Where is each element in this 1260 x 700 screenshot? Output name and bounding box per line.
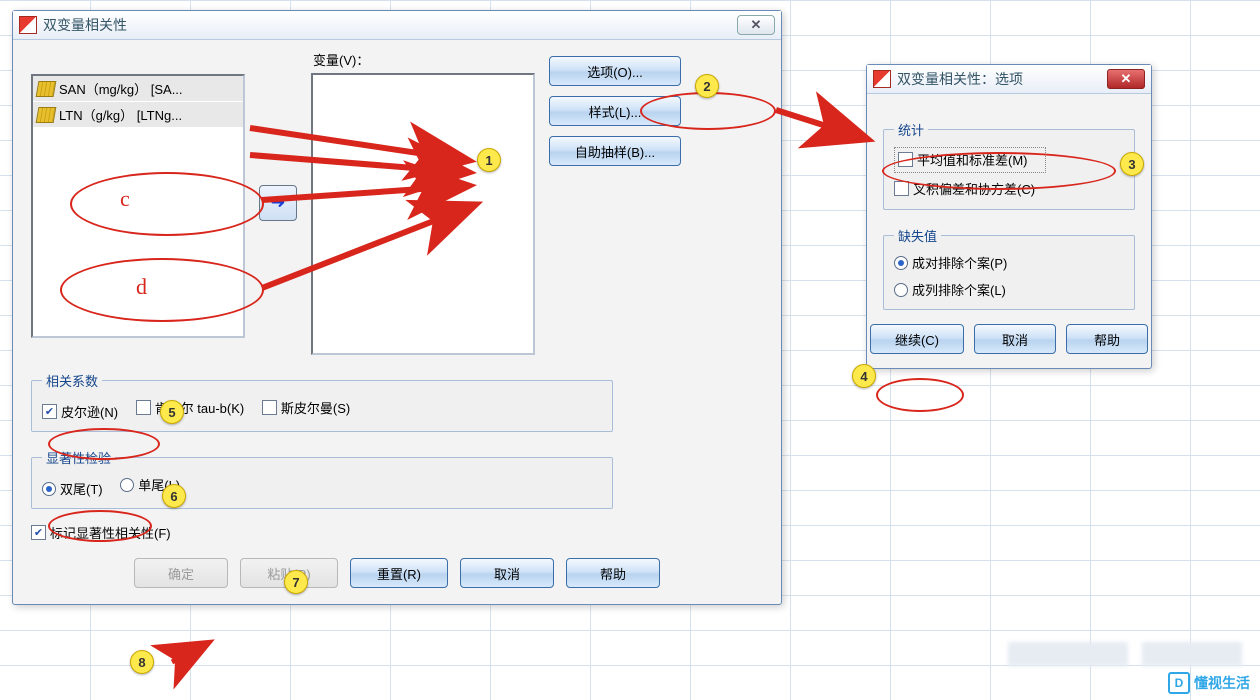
checkbox-icon [898,152,913,167]
options-dialog: 双变量相关性：选项 ✕ 统计 平均值和标准差(M) 叉积偏差和协方差(C) 缺失… [866,64,1152,369]
target-variable-list[interactable] [311,73,535,355]
dialog-title: 双变量相关性 [43,15,127,35]
variable-label: LTN（g/kg） [LTNg... [59,105,182,124]
close-button[interactable]: ✕ [737,15,775,35]
group-legend: 相关系数 [42,371,102,390]
style-button[interactable]: 样式(L)... [549,96,681,126]
checkbox-icon [136,400,151,415]
help-button[interactable]: 帮助 [566,558,660,588]
app-icon [19,16,37,34]
source-variable-list[interactable]: SAN（mg/kg） [SA... LTN（g/kg） [LTNg... [31,74,245,338]
statistics-group: 统计 平均值和标准差(M) 叉积偏差和协方差(C) [883,120,1135,210]
watermark-text: 懂视生活 [1194,673,1250,693]
variables-label: 变量(V)： [313,53,369,68]
options-button[interactable]: 选项(O)... [549,56,681,86]
paste-button[interactable]: 粘贴(P) [240,558,338,588]
checkbox-icon [262,400,277,415]
radio-icon [42,482,56,496]
dialog-title: 双变量相关性：选项 [897,69,1023,89]
radio-icon [120,478,134,492]
ok-button[interactable]: 确定 [134,558,228,588]
checkbox-icon [42,404,57,419]
cancel-button[interactable]: 取消 [974,324,1056,354]
pairwise-radio[interactable]: 成对排除个案(P) [894,253,1110,272]
bivariate-correlations-dialog: 双变量相关性 ✕ SAN（mg/kg） [SA... LTN（g/kg） [LT… [12,10,782,605]
significance-test-group: 显著性检验 双尾(T) 单尾(L) [31,448,613,509]
checkbox-icon [31,525,46,540]
help-button[interactable]: 帮助 [1066,324,1148,354]
checkbox-icon [894,181,909,196]
missing-values-group: 缺失值 成对排除个案(P) 成列排除个案(L) [883,226,1135,310]
cross-cov-checkbox[interactable]: 叉积偏差和协方差(C) [894,179,1035,198]
reset-button[interactable]: 重置(R) [350,558,448,588]
list-item[interactable]: SAN（mg/kg） [SA... [33,76,243,101]
cancel-button[interactable]: 取消 [460,558,554,588]
titlebar[interactable]: 双变量相关性 ✕ [13,11,781,40]
scale-icon [36,107,57,123]
flag-significant-checkbox[interactable]: 标记显著性相关性(F) [31,523,171,542]
one-tailed-radio[interactable]: 单尾(L) [120,475,180,494]
group-legend: 统计 [894,120,928,139]
radio-icon [894,256,908,270]
correlation-coef-group: 相关系数 皮尔逊(N) 肯德尔 tau-b(K) 斯皮尔曼(S) [31,371,613,432]
list-item[interactable]: LTN（g/kg） [LTNg... [33,102,243,127]
two-tailed-radio[interactable]: 双尾(T) [42,479,103,498]
bootstrap-button[interactable]: 自助抽样(B)... [549,136,681,166]
titlebar[interactable]: 双变量相关性：选项 ✕ [867,65,1151,94]
spearman-checkbox[interactable]: 斯皮尔曼(S) [262,398,350,417]
variable-label: SAN（mg/kg） [SA... [59,79,183,98]
group-legend: 显著性检验 [42,448,115,467]
listwise-radio[interactable]: 成列排除个案(L) [894,280,1110,299]
move-right-button[interactable]: ➜ [259,185,297,221]
app-icon [873,70,891,88]
continue-button[interactable]: 继续(C) [870,324,964,354]
close-button[interactable]: ✕ [1107,69,1145,89]
mean-sd-checkbox[interactable]: 平均值和标准差(M) [898,150,1028,169]
group-legend: 缺失值 [894,226,941,245]
pearson-checkbox[interactable]: 皮尔逊(N) [42,402,118,421]
watermark: D 懂视生活 [1168,672,1250,694]
watermark-icon: D [1168,672,1190,694]
radio-icon [894,283,908,297]
kendall-checkbox[interactable]: 肯德尔 tau-b(K) [136,398,245,417]
scale-icon [36,81,57,97]
